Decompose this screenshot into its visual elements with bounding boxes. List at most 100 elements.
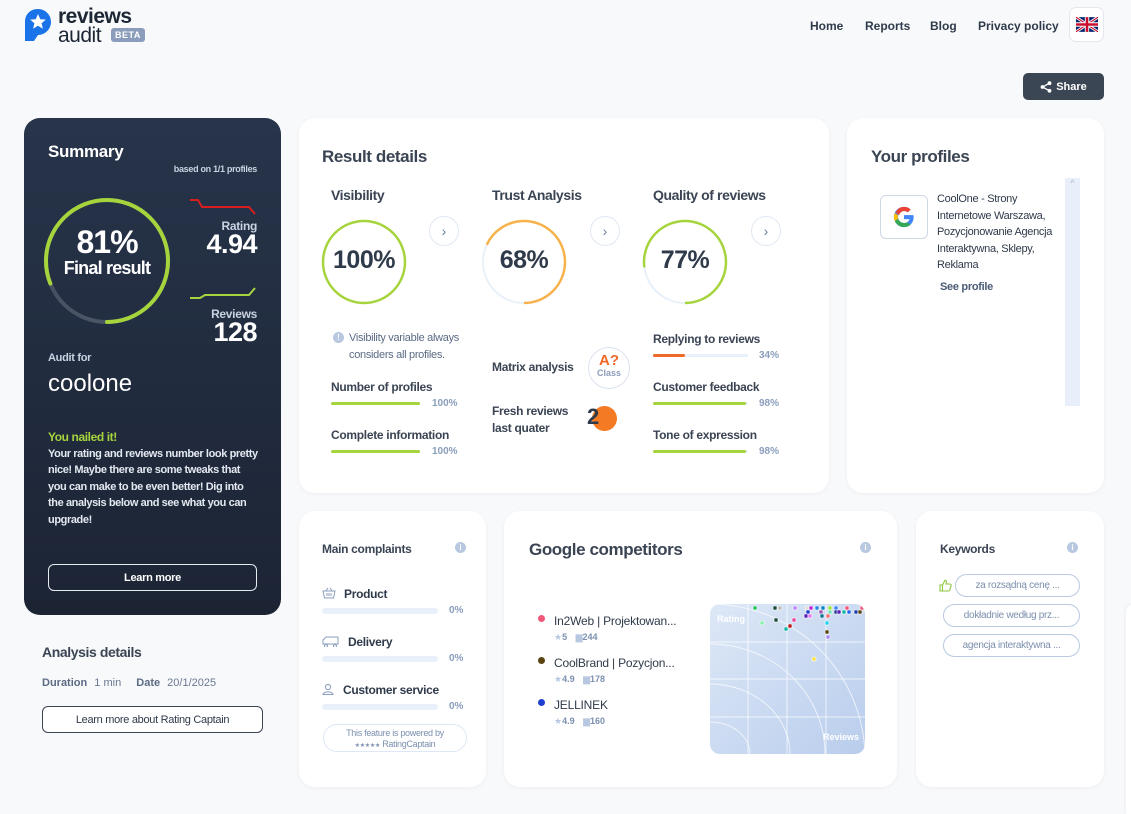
your-profiles-title: Your profiles xyxy=(871,147,970,166)
logo-text-audit: audit xyxy=(58,24,102,47)
competitor-rating: 5 xyxy=(562,632,568,642)
scatter-point[interactable] xyxy=(820,605,826,611)
scatter-point[interactable] xyxy=(825,613,831,619)
scatter-point[interactable] xyxy=(804,605,810,611)
competitor-reviews: 160 xyxy=(590,716,606,726)
metric-bar xyxy=(653,354,748,357)
scatter-point[interactable] xyxy=(819,613,825,619)
scatter-point[interactable] xyxy=(773,617,779,623)
scatter-point[interactable] xyxy=(791,617,797,623)
scatter-point[interactable] xyxy=(792,605,798,611)
info-icon[interactable]: i xyxy=(1067,542,1078,553)
result-details-title: Result details xyxy=(322,147,427,166)
share-button[interactable]: Share xyxy=(1023,73,1104,100)
fresh-reviews-label: Fresh reviews xyxy=(492,404,569,418)
nav-blog[interactable]: Blog xyxy=(930,19,957,33)
scatter-point[interactable] xyxy=(807,613,813,619)
matrix-class-badge: A? Class xyxy=(588,347,630,389)
scatter-point[interactable] xyxy=(841,609,847,615)
nav-home[interactable]: Home xyxy=(810,19,843,33)
analysis-details-title: Analysis details xyxy=(42,644,142,660)
main-complaints-title: Main complaints xyxy=(322,542,412,556)
matrix-analysis-label: Matrix analysis xyxy=(492,360,574,374)
scatter-point[interactable] xyxy=(777,605,783,611)
scatter-point[interactable] xyxy=(814,605,820,611)
your-profiles-card: Your profiles CoolOne - Strony Interneto… xyxy=(847,118,1104,493)
quality-details-button[interactable]: › xyxy=(751,216,781,246)
scatter-point[interactable] xyxy=(759,620,765,626)
verdict-text: Your rating and reviews number look pret… xyxy=(48,448,258,526)
rating-captain-name: RatingCaptain xyxy=(382,739,436,749)
rating-captain-button[interactable]: Learn more about Rating Captain xyxy=(42,706,263,733)
competitor-stats: ★5 ▆244 xyxy=(554,632,598,643)
keyword-chip[interactable]: dokładnie według prz... xyxy=(943,604,1080,627)
nav-privacy-policy[interactable]: Privacy policy xyxy=(978,19,1059,33)
scatter-point[interactable] xyxy=(787,623,793,629)
scatter-point[interactable] xyxy=(805,609,811,615)
scatter-point[interactable] xyxy=(772,605,778,611)
powered-by-text: This feature is powered by xyxy=(346,728,444,738)
info-icon[interactable]: i xyxy=(860,542,871,553)
scatter-point[interactable] xyxy=(818,609,824,615)
keywords-title: Keywords xyxy=(940,542,995,556)
visibility-details-button[interactable]: › xyxy=(429,216,459,246)
scatter-point[interactable] xyxy=(808,605,814,611)
google-profile-logo xyxy=(880,195,928,239)
scatter-point[interactable] xyxy=(827,609,833,615)
scatter-point[interactable] xyxy=(803,613,809,619)
quality-percent: 77% xyxy=(660,246,710,274)
metric-label: Replying to reviews xyxy=(653,332,760,346)
complaint-percent: 0% xyxy=(449,701,464,712)
language-selector[interactable] xyxy=(1069,7,1104,42)
rating-trend-line xyxy=(190,199,256,215)
scatter-point[interactable] xyxy=(844,605,850,611)
learn-more-button[interactable]: Learn more xyxy=(48,564,257,591)
scatter-point[interactable] xyxy=(836,609,842,615)
scatter-point[interactable] xyxy=(824,620,830,626)
scatter-point[interactable] xyxy=(857,609,863,615)
info-icon: ! xyxy=(333,332,344,343)
scatter-point[interactable] xyxy=(825,634,831,640)
summary-title: Summary xyxy=(48,142,124,161)
metric-bar xyxy=(331,402,420,405)
star-icon: ★ xyxy=(554,716,563,726)
competitor-name: JELLINEK xyxy=(554,698,608,712)
info-icon[interactable]: i xyxy=(455,542,466,553)
scatter-point[interactable] xyxy=(811,656,817,662)
quality-title: Quality of reviews xyxy=(653,187,766,203)
visibility-note: Visibility variable always considers all… xyxy=(349,332,459,361)
nav-reports[interactable]: Reports xyxy=(865,19,910,33)
thumbs-up-icon xyxy=(939,579,952,592)
visibility-percent: 100% xyxy=(333,246,395,274)
stars-icon: ★★★★★ xyxy=(354,743,381,749)
profiles-scrollbar[interactable]: ^ xyxy=(1065,178,1080,406)
metric-label: Customer feedback xyxy=(653,380,760,394)
trust-analysis-details-button[interactable]: › xyxy=(590,216,620,246)
scatter-point[interactable] xyxy=(833,605,839,611)
competitor-name: CoolBrand | Pozycjon... xyxy=(554,656,675,670)
fresh-reviews-label-2: last quater xyxy=(492,421,550,435)
complaint-bar xyxy=(322,608,438,614)
keyword-chip[interactable]: za rozsądną cenę ... xyxy=(955,574,1080,597)
scatter-point[interactable] xyxy=(846,609,852,615)
scatter-point[interactable] xyxy=(827,605,833,611)
see-profile-link[interactable]: See profile xyxy=(940,281,993,293)
chevron-right-icon: › xyxy=(441,223,447,239)
offscreen-panel-edge xyxy=(1126,604,1131,814)
logo[interactable]: reviews audit BETA xyxy=(24,5,154,47)
scatter-point[interactable] xyxy=(783,626,789,632)
scroll-up-icon[interactable]: ^ xyxy=(1065,178,1080,188)
powered-by-badge[interactable]: This feature is powered by ★★★★★ RatingC… xyxy=(323,724,467,752)
matrix-class: A? xyxy=(599,352,619,369)
complaint-label: Delivery xyxy=(348,635,393,649)
competitors-scatter-plot[interactable]: Rating Reviews xyxy=(710,604,865,754)
complaint-label: Customer service xyxy=(343,683,439,697)
scatter-point[interactable] xyxy=(752,605,758,611)
google-competitors-title: Google competitors xyxy=(529,540,683,559)
scatter-point[interactable] xyxy=(824,629,830,635)
keyword-chip[interactable]: agencja interaktywna ... xyxy=(943,634,1080,657)
complaint-percent: 0% xyxy=(449,653,464,664)
scatter-point[interactable] xyxy=(853,609,859,615)
comment-icon: ▆ xyxy=(583,674,591,684)
metric-percent: 34% xyxy=(759,350,780,361)
